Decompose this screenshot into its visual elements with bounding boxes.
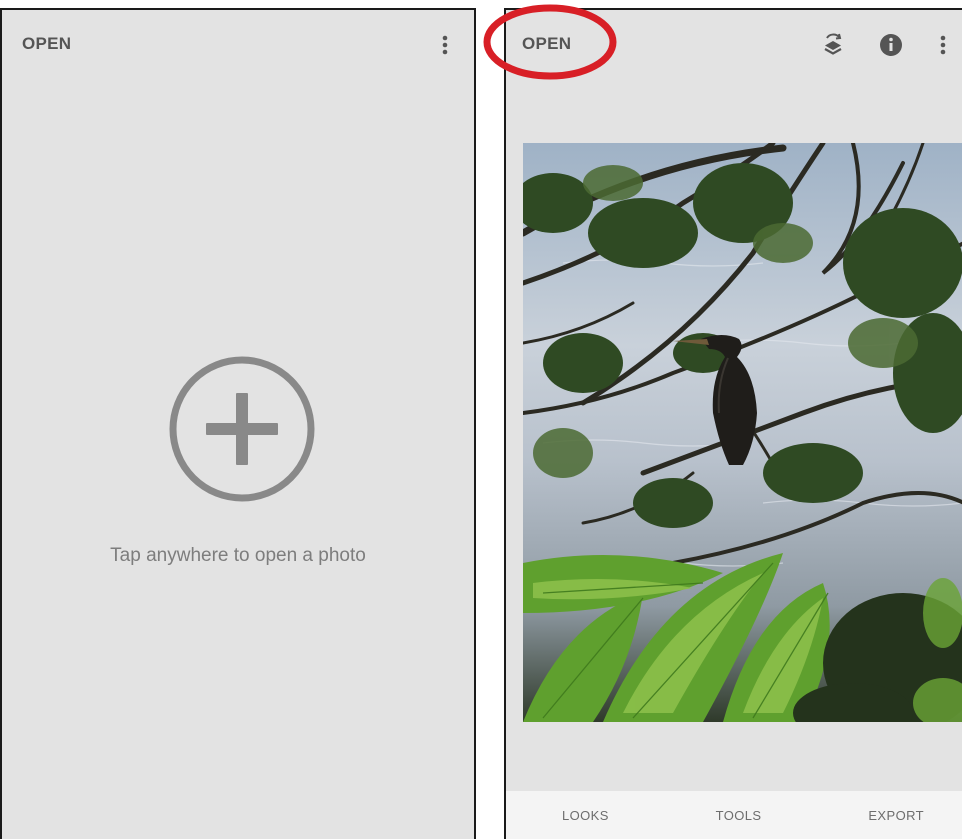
bottom-tab-bar: LOOKS TOOLS EXPORT bbox=[506, 791, 962, 839]
add-circle-icon[interactable] bbox=[168, 355, 316, 503]
empty-state-screen[interactable]: OPEN Tap anywhere to open a photo bbox=[0, 8, 476, 839]
layers-stack-icon[interactable] bbox=[818, 30, 848, 60]
photo-canvas[interactable] bbox=[523, 143, 962, 722]
more-vert-icon[interactable] bbox=[430, 30, 460, 60]
tab-looks[interactable]: LOOKS bbox=[562, 808, 609, 823]
info-icon[interactable] bbox=[876, 30, 906, 60]
photo-editor-screen: OPEN LOOKS TOOLS EXPORT bbox=[504, 8, 962, 839]
tab-tools[interactable]: TOOLS bbox=[716, 808, 762, 823]
more-vert-icon[interactable] bbox=[928, 30, 958, 60]
tab-export[interactable]: EXPORT bbox=[868, 808, 924, 823]
highlight-annotation bbox=[482, 2, 618, 82]
top-bar: OPEN bbox=[2, 10, 474, 82]
open-button[interactable]: OPEN bbox=[22, 34, 71, 54]
open-photo-hint: Tap anywhere to open a photo bbox=[110, 545, 366, 566]
